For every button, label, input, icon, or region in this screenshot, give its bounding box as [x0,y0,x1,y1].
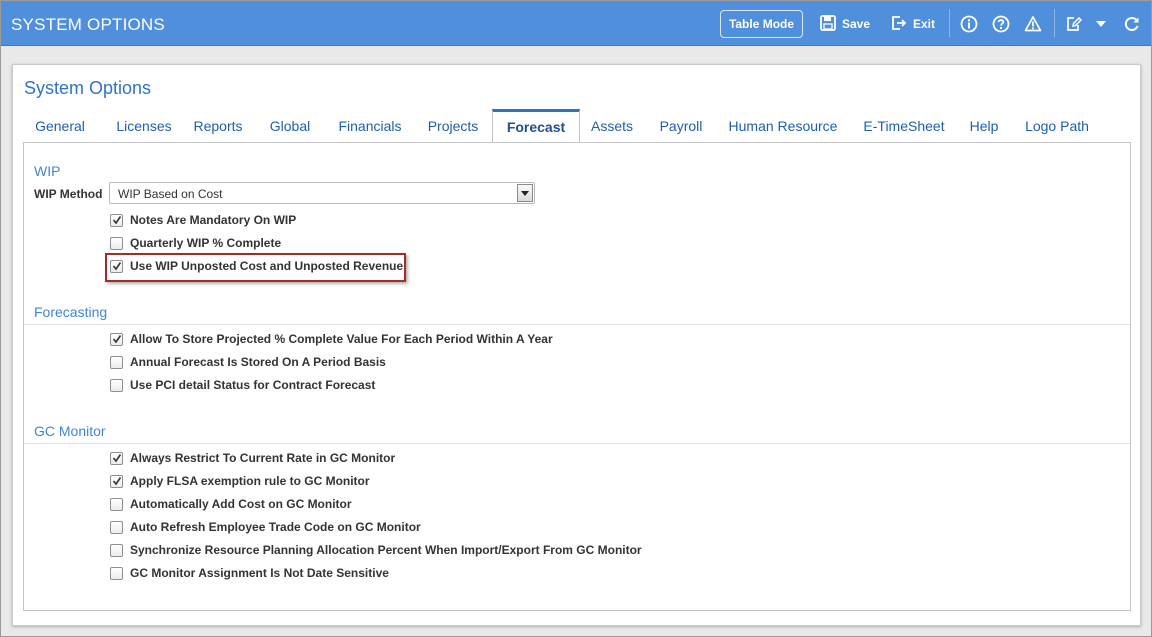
chevron-down-icon[interactable] [1091,14,1111,34]
exit-label: Exit [913,17,936,31]
page-title: System Options [24,78,152,98]
checkbox-label: Quarterly WIP % Complete [130,236,282,250]
checkbox-label: Auto Refresh Employee Trade Code on GC M… [130,520,421,534]
system-options-panel: System Options General Licenses Reports … [12,64,1141,626]
forecast-tab-content: WIP WIP Method WIP Based on Cost Notes A… [23,142,1131,611]
checkbox-label: Use PCI detail Status for Contract Forec… [130,378,376,392]
checkbox-label: Synchronize Resource Planning Allocation… [130,543,642,557]
checkbox-unchecked-icon[interactable] [110,236,123,250]
checkbox-label: GC Monitor Assignment Is Not Date Sensit… [130,566,389,580]
table-mode-button[interactable]: Table Mode [720,10,803,38]
tab-financials[interactable]: Financials [330,109,410,142]
exit-button[interactable]: Exit [891,14,935,34]
tab-logo-path[interactable]: Logo Path [1018,109,1096,142]
tab-assets[interactable]: Assets [582,109,642,142]
checkbox-unchecked-icon[interactable] [110,520,123,534]
warning-icon[interactable] [1023,14,1043,34]
dropdown-arrow-icon[interactable] [517,184,533,202]
toolbar-divider [949,9,950,37]
wip-method-value: WIP Based on Cost [118,187,223,201]
toolbar-divider [1054,9,1055,37]
edit-icon[interactable] [1064,14,1084,34]
info-icon[interactable] [959,14,979,34]
tab-projects[interactable]: Projects [418,109,488,142]
always-restrict-current-rate-checkbox[interactable]: Always Restrict To Current Rate in GC Mo… [110,449,395,467]
checkbox-label: Use WIP Unposted Cost and Unposted Reven… [130,259,404,273]
wip-section-title: WIP [34,163,61,179]
checkbox-label: Apply FLSA exemption rule to GC Monitor [130,474,370,488]
checkbox-label: Always Restrict To Current Rate in GC Mo… [130,451,396,465]
top-toolbar: SYSTEM OPTIONS Table Mode Save Exit [1,1,1151,46]
checkbox-checked-icon[interactable] [110,451,123,465]
save-icon [820,14,836,34]
checkbox-checked-icon[interactable] [110,259,123,273]
annual-forecast-period-basis-checkbox[interactable]: Annual Forecast Is Stored On A Period Ba… [110,353,386,371]
tab-licenses[interactable]: Licenses [104,109,184,142]
wip-method-label: WIP Method [34,187,103,201]
save-button[interactable]: Save [820,14,870,34]
notes-mandatory-on-wip-checkbox[interactable]: Notes Are Mandatory On WIP [110,211,296,229]
checkbox-label: Notes Are Mandatory On WIP [130,213,297,227]
checkbox-unchecked-icon[interactable] [110,355,123,369]
tab-reports[interactable]: Reports [187,109,249,142]
checkbox-label: Automatically Add Cost on GC Monitor [130,497,352,511]
forecasting-section-title: Forecasting [34,304,108,320]
use-pci-detail-status-checkbox[interactable]: Use PCI detail Status for Contract Forec… [110,376,375,394]
checkbox-unchecked-icon[interactable] [110,543,123,557]
apply-flsa-exemption-checkbox[interactable]: Apply FLSA exemption rule to GC Monitor [110,472,370,490]
checkbox-unchecked-icon[interactable] [110,497,123,511]
refresh-icon[interactable] [1122,14,1142,34]
tab-global[interactable]: Global [260,109,320,142]
section-divider [24,443,1130,444]
checkbox-checked-icon[interactable] [110,213,123,227]
allow-store-projected-complete-checkbox[interactable]: Allow To Store Projected % Complete Valu… [110,330,553,348]
checkbox-unchecked-icon[interactable] [110,378,123,392]
save-label: Save [842,17,871,31]
app-title: SYSTEM OPTIONS [11,15,165,34]
auto-refresh-trade-code-checkbox[interactable]: Auto Refresh Employee Trade Code on GC M… [110,518,421,536]
checkbox-checked-icon[interactable] [110,474,123,488]
checkbox-label: Annual Forecast Is Stored On A Period Ba… [130,355,386,369]
checkbox-label: Allow To Store Projected % Complete Valu… [130,332,553,346]
automatically-add-cost-checkbox[interactable]: Automatically Add Cost on GC Monitor [110,495,352,513]
exit-icon [891,15,907,34]
wip-method-select[interactable]: WIP Based on Cost [109,182,535,204]
tab-payroll[interactable]: Payroll [650,109,712,142]
tab-bar: General Licenses Reports Global Financia… [13,109,1140,142]
tab-human-resource[interactable]: Human Resource [722,109,844,142]
synchronize-resource-planning-checkbox[interactable]: Synchronize Resource Planning Allocation… [110,541,642,559]
assignment-not-date-sensitive-checkbox[interactable]: GC Monitor Assignment Is Not Date Sensit… [110,564,389,582]
tab-e-timesheet[interactable]: E-TimeSheet [856,109,952,142]
section-divider [24,324,1130,325]
tab-forecast[interactable]: Forecast [492,109,580,142]
quarterly-wip-complete-checkbox[interactable]: Quarterly WIP % Complete [110,234,281,252]
tab-general[interactable]: General [23,109,97,142]
gc-monitor-section-title: GC Monitor [34,423,106,439]
checkbox-unchecked-icon[interactable] [110,566,123,580]
use-wip-unposted-cost-checkbox[interactable]: Use WIP Unposted Cost and Unposted Reven… [110,257,403,275]
tab-help[interactable]: Help [960,109,1008,142]
checkbox-checked-icon[interactable] [110,332,123,346]
help-icon[interactable] [991,14,1011,34]
